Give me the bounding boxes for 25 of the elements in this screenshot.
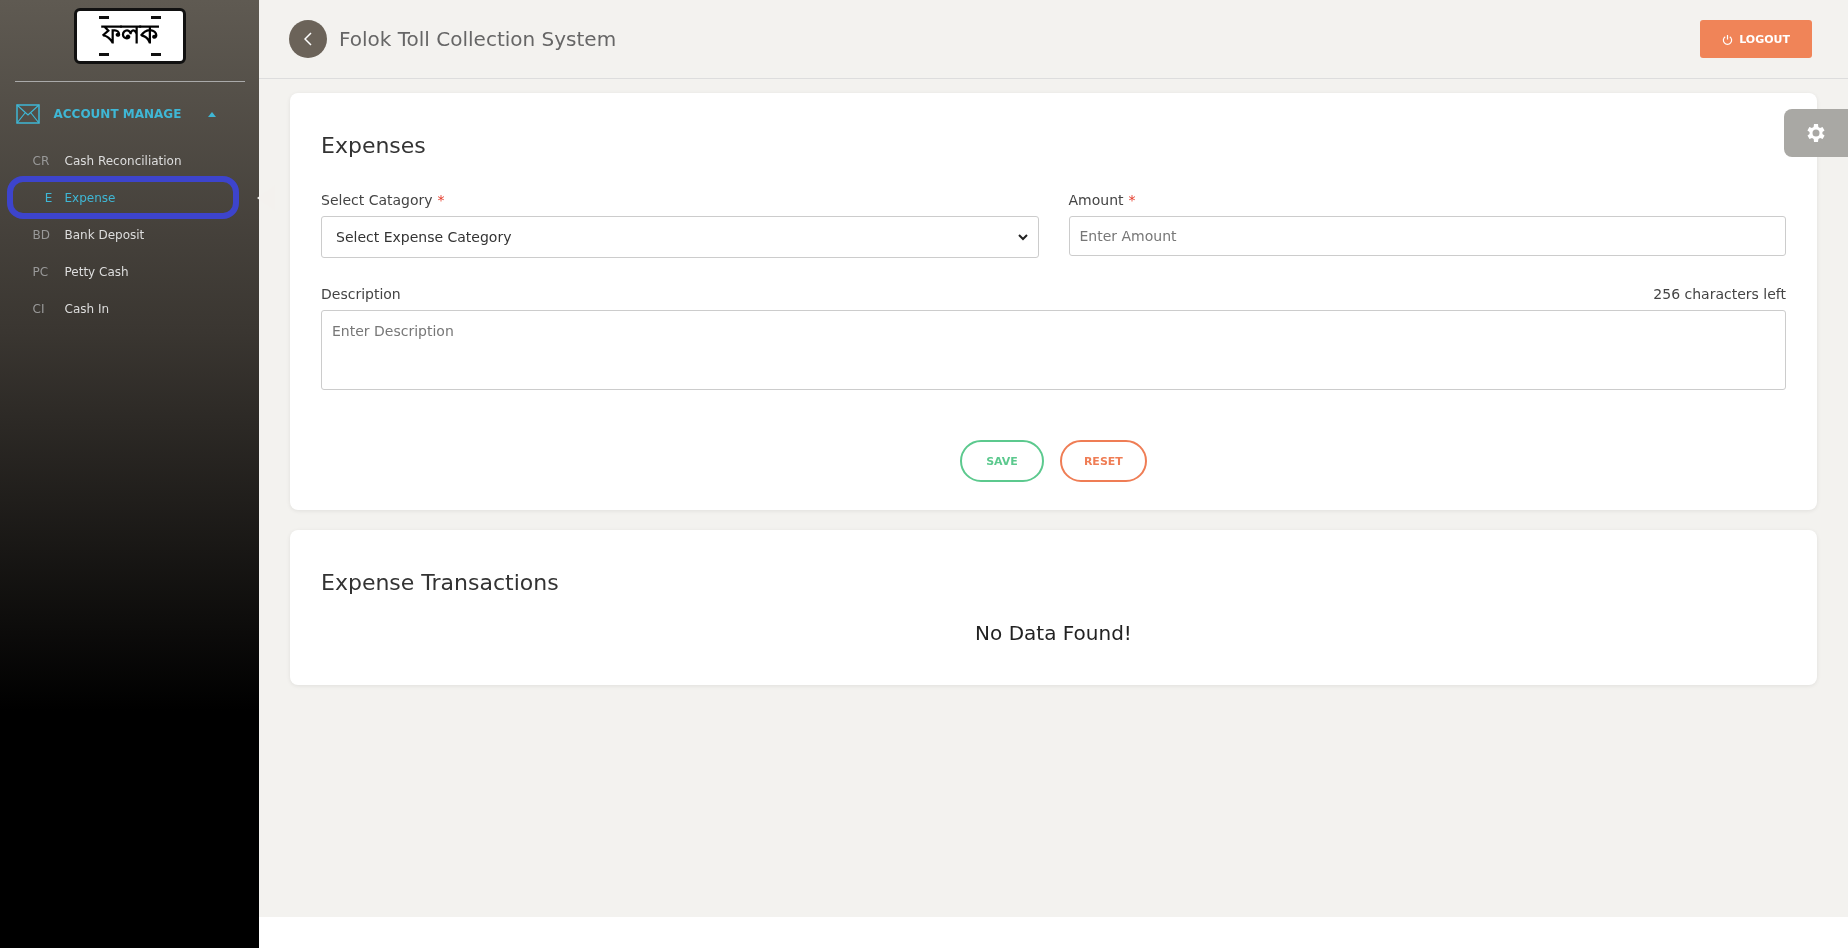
back-button[interactable] — [289, 20, 327, 58]
nav-item[interactable]: PC Petty Cash — [14, 253, 245, 290]
nav-item[interactable]: BD Bank Deposit — [14, 216, 245, 253]
nav-item[interactable]: CI Cash In — [14, 290, 245, 327]
field-label: Select Catagory — [321, 192, 433, 208]
character-counter: 256 characters left — [1653, 286, 1786, 302]
description-field[interactable]: Enter Description — [321, 310, 1786, 390]
field-label: Description — [321, 286, 401, 302]
section-header[interactable]: ACCOUNT MANAGE — [15, 104, 244, 124]
section-title: Expense Transactions — [321, 570, 560, 595]
amount-field[interactable]: Enter Amount — [1068, 216, 1786, 256]
form-title: Expenses — [321, 133, 427, 158]
envelope-icon — [15, 104, 40, 124]
power-icon — [1722, 33, 1734, 45]
logo-text: ফলক — [101, 18, 158, 51]
category-select[interactable]: Select Expense Category — [321, 216, 1039, 258]
field-label: Amount — [1068, 192, 1124, 208]
required-mark: * — [437, 192, 445, 208]
required-mark: * — [1128, 192, 1136, 208]
chevron-down-icon — [1017, 233, 1028, 241]
chevron-left-icon — [304, 32, 312, 46]
nav-item[interactable]: CR Cash Reconciliation — [14, 142, 245, 179]
app-title: Folok Toll Collection System — [339, 27, 618, 51]
caret-icon — [207, 111, 216, 117]
empty-message: No Data Found! — [974, 621, 1133, 645]
